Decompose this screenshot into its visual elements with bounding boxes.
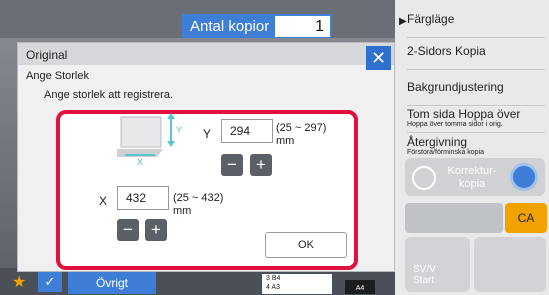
tray-3: 3 B4 (266, 275, 281, 282)
paper-trays: 3 B4 4 A3 (262, 274, 332, 294)
menu-item-label: Färgläge (407, 12, 455, 26)
section-title: Ange Storlek (26, 70, 89, 82)
menu-item-tom-sida[interactable]: Tom sida Hoppa över Hoppa över tomma sido… (407, 107, 545, 133)
menu-item-2-sidors-kopia[interactable]: 2-Sidors Kopia (407, 44, 545, 70)
color-start-button[interactable] (474, 237, 546, 292)
x-decrease-button[interactable]: − (117, 219, 139, 241)
y-increase-button[interactable]: + (250, 154, 272, 176)
x-label: X (99, 194, 108, 208)
x-input[interactable]: 432 (117, 186, 169, 210)
ok-button[interactable]: OK (265, 232, 347, 258)
menu-item-label: 2-Sidors Kopia (407, 44, 486, 58)
proof-copy-icon (412, 166, 436, 190)
svg-text:X: X (137, 157, 143, 166)
bw-start-label: SV/V Start (413, 264, 436, 286)
svg-text:Y: Y (176, 125, 182, 135)
menu-item-fargläge[interactable]: Färgläge (407, 12, 545, 38)
tray-4: 4 A3 (266, 284, 281, 291)
dialog-header: Original ✕ (18, 43, 394, 70)
y-decrease-button[interactable]: − (221, 154, 243, 176)
menu-item-bakgrundjustering[interactable]: Bakgrundjustering (407, 80, 545, 106)
paper-size-icon: Y X (117, 113, 182, 166)
close-icon[interactable]: ✕ (366, 46, 391, 70)
expand-arrow-icon[interactable]: ▶ (399, 16, 407, 27)
y-input[interactable]: 294 (221, 119, 273, 143)
dialog-title: Original (26, 48, 68, 62)
menu-item-label: Tom sida Hoppa över (407, 107, 521, 121)
instruction-text: Ange storlek att registrera. (44, 89, 174, 101)
paper-size-badge: A4 (345, 280, 375, 294)
menu-item-atergivning[interactable]: Återgivning Förstora/förminska kopia (407, 135, 545, 157)
menu-item-sublabel: Förstora/förminska kopia (407, 149, 485, 156)
proof-copy-label: Korrektur- kopia (447, 165, 497, 190)
menu-item-sublabel: Hoppa över tomma sidor i orig. (407, 121, 503, 128)
color-start-icon[interactable] (510, 163, 538, 191)
ovrigt-button[interactable]: Övrigt (68, 272, 156, 294)
ca-button[interactable]: CA (505, 203, 547, 233)
check-icon[interactable]: ✓ (38, 272, 62, 292)
menu-item-label: Bakgrundjustering (407, 80, 504, 94)
menu-item-label: Återgivning (407, 135, 468, 149)
y-label: Y (203, 127, 212, 141)
disabled-button (405, 203, 503, 233)
copies-input[interactable]: 1 (275, 16, 330, 37)
x-increase-button[interactable]: + (145, 219, 167, 241)
x-range: (25 ~ 432) mm (173, 192, 224, 217)
star-icon[interactable]: ★ (12, 272, 26, 292)
y-range: (25 ~ 297) mm (276, 122, 327, 147)
